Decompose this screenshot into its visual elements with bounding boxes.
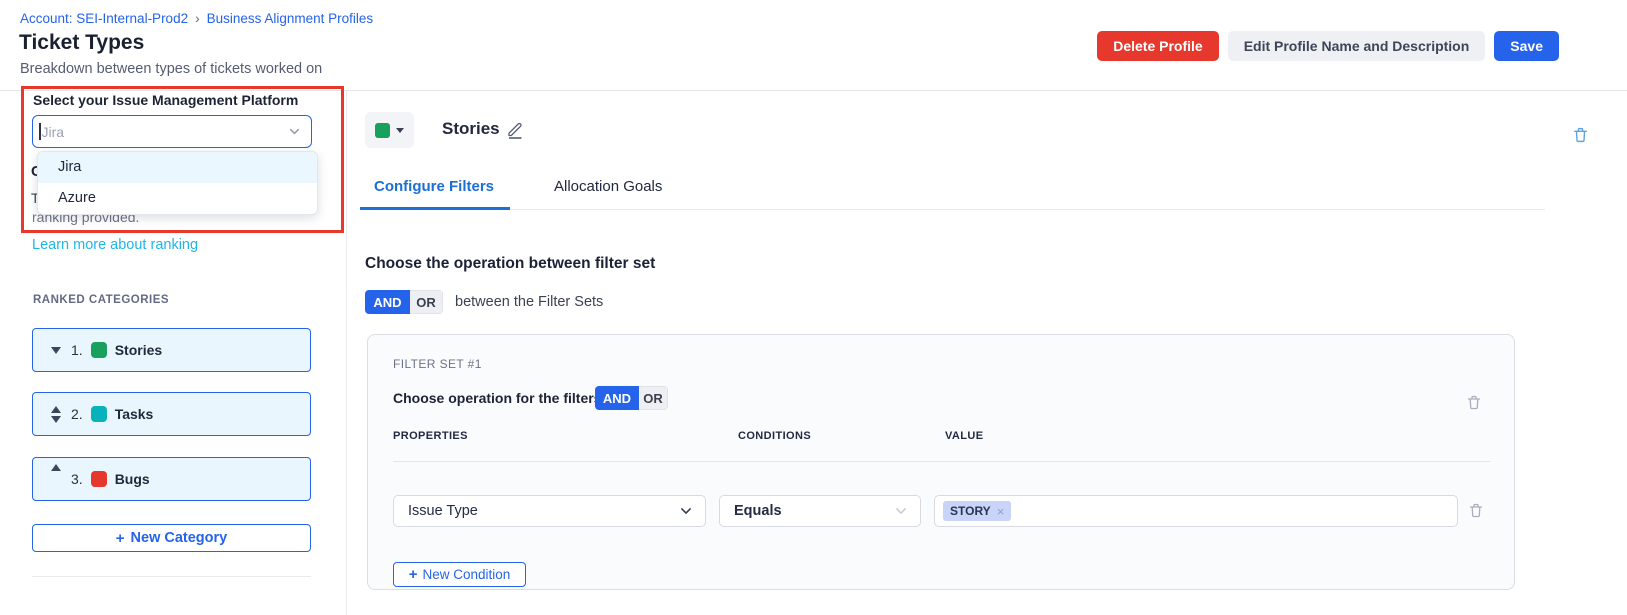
operation-suffix-text: between the Filter Sets <box>455 294 603 310</box>
column-header-properties: PROPERTIES <box>393 430 468 442</box>
operation-heading: Choose the operation between filter set <box>365 255 655 273</box>
page-subtitle: Breakdown between types of tickets worke… <box>20 61 322 77</box>
category-rank: 2. <box>71 406 83 422</box>
category-card-stories[interactable]: 1. Stories <box>32 328 311 372</box>
edit-profile-button[interactable]: Edit Profile Name and Description <box>1228 31 1486 61</box>
chevron-down-icon <box>288 125 301 138</box>
delete-condition-button[interactable] <box>1468 502 1484 519</box>
chevron-down-icon <box>894 504 908 518</box>
category-color-dot <box>91 406 107 422</box>
delete-category-button[interactable] <box>1572 126 1589 144</box>
new-category-label: New Category <box>131 530 228 546</box>
category-color-dot <box>91 342 107 358</box>
caret-down-icon <box>396 128 404 133</box>
tab-allocation-goals[interactable]: Allocation Goals <box>554 178 662 195</box>
chevron-down-icon <box>679 504 693 518</box>
ranked-categories-heading: RANKED CATEGORIES <box>33 294 169 306</box>
category-rank: 3. <box>71 471 83 487</box>
delete-filter-set-button[interactable] <box>1466 394 1482 411</box>
value-tag-label: STORY <box>950 504 991 518</box>
and-toggle-option[interactable]: AND <box>595 386 639 410</box>
header-divider <box>0 90 1627 91</box>
text-cursor <box>39 123 41 140</box>
category-label: Bugs <box>115 471 150 487</box>
sort-handle[interactable] <box>46 347 66 354</box>
save-button[interactable]: Save <box>1494 31 1559 61</box>
category-color-picker[interactable] <box>365 112 414 148</box>
category-card-tasks[interactable]: 2. Tasks <box>32 392 311 436</box>
filter-set-card: FILTER SET #1 Choose operation for the f… <box>367 334 1515 590</box>
sort-handle[interactable] <box>46 464 66 471</box>
learn-more-ranking-link[interactable]: Learn more about ranking <box>32 237 198 253</box>
sort-up-icon[interactable] <box>51 464 61 471</box>
platform-select-input[interactable]: Jira <box>32 115 312 148</box>
edit-icon[interactable] <box>505 120 525 140</box>
or-toggle-option[interactable]: OR <box>410 290 443 314</box>
breadcrumb: Account: SEI-Internal-Prod2 › Business Ali… <box>20 11 373 26</box>
property-select[interactable]: Issue Type <box>393 495 706 527</box>
category-color-dot <box>91 471 107 487</box>
category-color-swatch <box>375 123 390 138</box>
tab-configure-filters[interactable]: Configure Filters <box>374 178 494 195</box>
breadcrumb-separator-icon: › <box>195 11 200 26</box>
and-toggle-option[interactable]: AND <box>365 290 410 314</box>
remove-tag-icon[interactable]: × <box>997 504 1005 519</box>
header-actions: Delete Profile Edit Profile Name and Des… <box>1097 31 1559 61</box>
sidebar-divider <box>346 91 347 615</box>
dropdown-option-azure[interactable]: Azure <box>38 183 317 214</box>
platform-dropdown-menu: Jira Azure <box>37 151 318 215</box>
filter-row-divider <box>393 461 1491 462</box>
category-label: Tasks <box>115 406 154 422</box>
column-header-conditions: CONDITIONS <box>738 430 811 442</box>
condition-select-value: Equals <box>734 503 782 519</box>
plus-icon: + <box>409 567 418 582</box>
platform-select-label: Select your Issue Management Platform <box>33 92 298 108</box>
breadcrumb-profiles-link[interactable]: Business Alignment Profiles <box>207 11 374 26</box>
active-tab-underline <box>360 207 510 210</box>
filters-operation-label: Choose operation for the filters <box>393 390 601 406</box>
dropdown-option-jira[interactable]: Jira <box>38 152 317 183</box>
value-multiselect-input[interactable]: STORY × <box>934 495 1458 527</box>
category-rank: 1. <box>71 342 83 358</box>
category-title: Stories <box>442 119 500 139</box>
sort-down-icon[interactable] <box>51 347 61 354</box>
filter-set-title: FILTER SET #1 <box>393 357 482 371</box>
platform-placeholder: Jira <box>42 124 65 140</box>
tabs-bottom-border <box>360 209 1545 210</box>
filters-and-or-toggle: AND OR <box>595 386 668 410</box>
new-condition-label: New Condition <box>422 567 510 582</box>
category-card-bugs[interactable]: 3. Bugs <box>32 457 311 501</box>
sidebar-bottom-divider <box>32 576 311 577</box>
new-category-button[interactable]: + New Category <box>32 524 311 552</box>
breadcrumb-account-link[interactable]: Account: SEI-Internal-Prod2 <box>20 11 188 26</box>
page-title: Ticket Types <box>19 31 144 55</box>
sort-up-icon[interactable] <box>51 406 61 413</box>
category-label: Stories <box>115 342 162 358</box>
condition-select[interactable]: Equals <box>719 495 921 527</box>
value-tag-story: STORY × <box>943 501 1011 521</box>
new-condition-button[interactable]: + New Condition <box>393 562 526 587</box>
column-header-value: VALUE <box>945 430 983 442</box>
plus-icon: + <box>116 531 125 546</box>
sort-handle[interactable] <box>46 406 66 423</box>
sort-down-icon[interactable] <box>51 416 61 423</box>
filter-sets-and-or-toggle: AND OR <box>365 290 443 314</box>
property-select-value: Issue Type <box>408 503 478 519</box>
or-toggle-option[interactable]: OR <box>639 386 668 410</box>
delete-profile-button[interactable]: Delete Profile <box>1097 31 1218 61</box>
